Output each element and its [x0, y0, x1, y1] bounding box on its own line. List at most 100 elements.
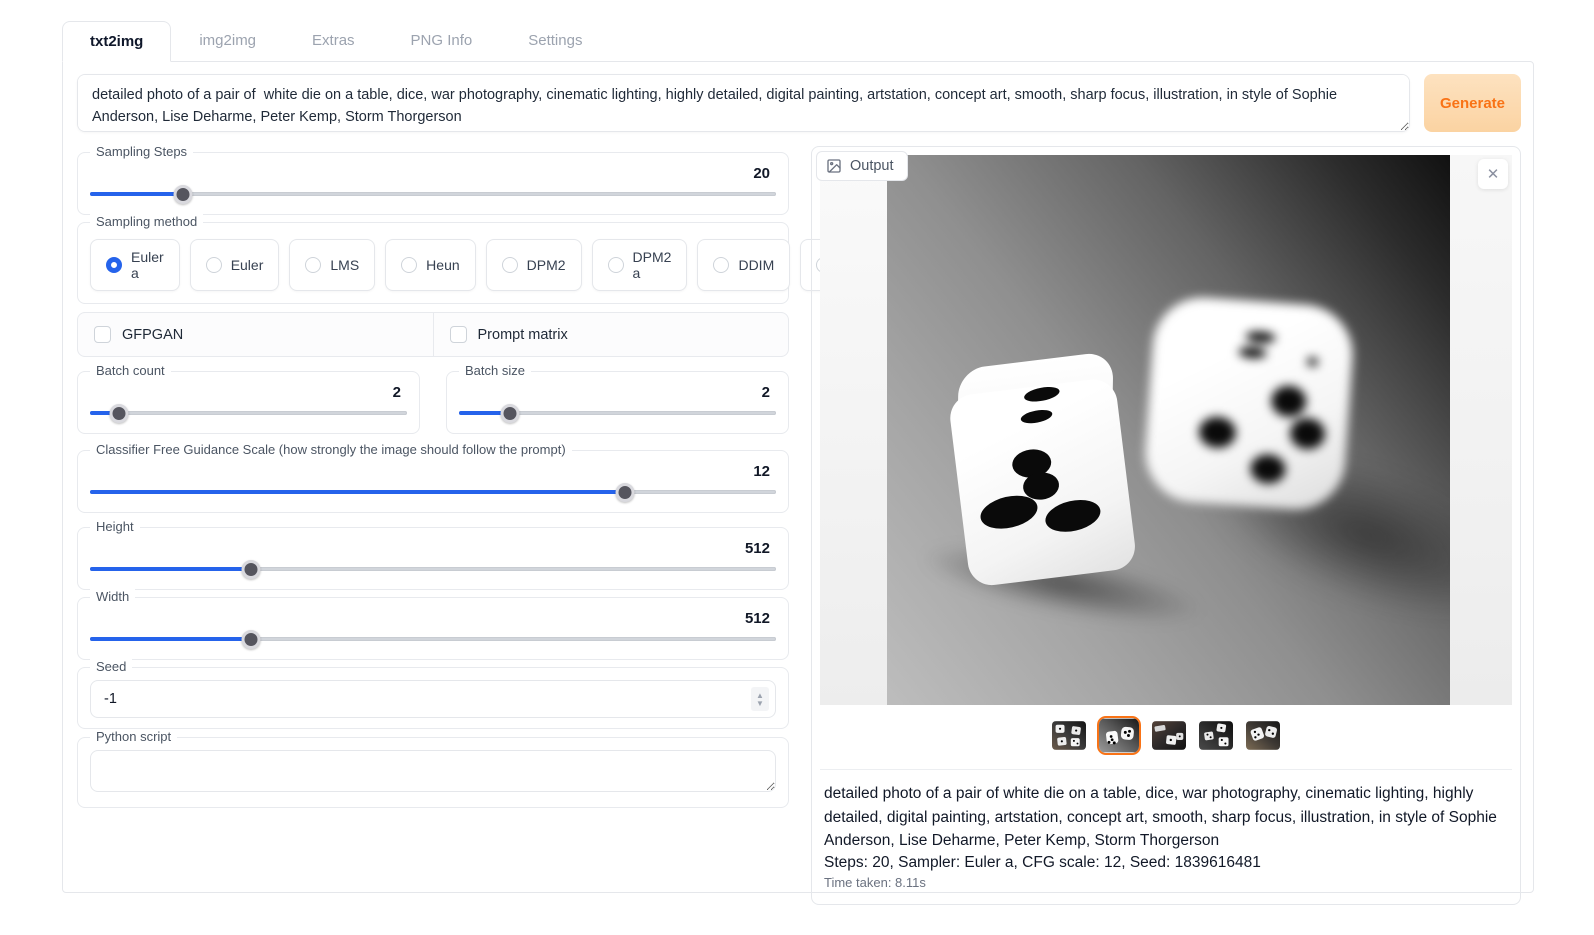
spinner-up-icon[interactable]: ▲	[756, 692, 764, 699]
radio-circle-icon	[608, 257, 624, 273]
slider-handle[interactable]	[242, 630, 261, 649]
prompt-matrix-checkbox[interactable]: Prompt matrix	[433, 313, 789, 356]
radio-circle-icon	[401, 257, 417, 273]
height-value: 512	[90, 540, 776, 557]
radio-dpm2-a[interactable]: DPM2 a	[592, 239, 688, 291]
radio-label: DPM2 a	[633, 249, 672, 281]
tab-img2img[interactable]: img2img	[171, 20, 284, 61]
batch-size-slider[interactable]	[459, 403, 776, 423]
batch-count-slider[interactable]	[90, 403, 407, 423]
slider-handle[interactable]	[109, 404, 128, 423]
tab-extras[interactable]: Extras	[284, 20, 383, 61]
output-panel: Output ✕	[811, 146, 1521, 905]
gallery-next-peek	[1450, 155, 1512, 705]
radio-euler[interactable]: Euler	[190, 239, 280, 291]
output-caption: detailed photo of a pair of white die on…	[824, 782, 1502, 853]
radio-label: DPM2	[527, 257, 566, 273]
tab-txt2img[interactable]: txt2img	[62, 21, 171, 62]
batch-size-value: 2	[459, 384, 776, 401]
sampling-steps-slider[interactable]	[90, 184, 776, 204]
app-root: txt2img img2img Extras PNG Info Settings…	[0, 0, 1594, 893]
image-icon	[826, 158, 842, 174]
sampling-method-label: Sampling method	[90, 214, 203, 229]
output-header: Output	[816, 151, 908, 181]
gallery-thumbnail-5[interactable]	[1244, 719, 1282, 752]
radio-heun[interactable]: Heun	[385, 239, 475, 291]
gallery-thumbnail-1[interactable]	[1050, 719, 1088, 752]
radio-dpm2[interactable]: DPM2	[486, 239, 582, 291]
batch-count-label: Batch count	[90, 363, 171, 378]
toggles-row: GFPGAN Prompt matrix	[77, 312, 789, 357]
height-slider[interactable]	[90, 559, 776, 579]
output-caption-block: detailed photo of a pair of white die on…	[820, 769, 1512, 900]
output-time-taken: Time taken: 8.11s	[824, 875, 1502, 890]
output-column: Output ✕	[811, 146, 1521, 905]
tab-settings[interactable]: Settings	[500, 20, 610, 61]
batch-row: Batch count 2 Batch size 2	[77, 371, 789, 444]
slider-track[interactable]	[90, 411, 407, 415]
gfpgan-checkbox[interactable]: GFPGAN	[78, 313, 433, 356]
height-group: Height 512	[77, 527, 789, 590]
batch-count-value: 2	[90, 384, 407, 401]
cfg-scale-group: Classifier Free Guidance Scale (how stro…	[77, 450, 789, 513]
generate-button[interactable]: Generate	[1424, 74, 1521, 132]
generated-image[interactable]	[887, 155, 1450, 705]
width-slider[interactable]	[90, 629, 776, 649]
tab-bar: txt2img img2img Extras PNG Info Settings	[62, 20, 1534, 61]
python-script-label: Python script	[90, 729, 177, 744]
radio-ddim[interactable]: DDIM	[697, 239, 790, 291]
radio-lms[interactable]: LMS	[289, 239, 375, 291]
radio-label: Heun	[426, 257, 459, 273]
spinner-down-icon[interactable]: ▼	[756, 700, 764, 707]
cfg-scale-value: 12	[90, 463, 776, 480]
slider-fill	[90, 637, 251, 641]
slider-track[interactable]	[90, 192, 776, 196]
radio-euler-a[interactable]: Euler a	[90, 239, 180, 291]
slider-handle[interactable]	[616, 483, 635, 502]
radio-circle-icon	[502, 257, 518, 273]
cfg-scale-slider[interactable]	[90, 482, 776, 502]
sampling-method-options: Euler a Euler LMS Heun	[90, 235, 776, 291]
batch-size-group: Batch size 2	[446, 371, 789, 434]
tab-png-info[interactable]: PNG Info	[383, 20, 501, 61]
batch-size-label: Batch size	[459, 363, 531, 378]
gallery-thumbnail-2[interactable]	[1097, 716, 1141, 755]
width-value: 512	[90, 610, 776, 627]
output-params: Steps: 20, Sampler: Euler a, CFG scale: …	[824, 854, 1502, 872]
gallery-thumbnail-4[interactable]	[1197, 719, 1235, 752]
cfg-scale-label: Classifier Free Guidance Scale (how stro…	[90, 442, 572, 457]
radio-label: LMS	[330, 257, 359, 273]
slider-fill	[90, 490, 625, 494]
gallery-thumbnails	[820, 705, 1512, 767]
gallery-thumbnail-3[interactable]	[1150, 719, 1188, 752]
width-group: Width 512	[77, 597, 789, 660]
checkbox-icon[interactable]	[450, 326, 467, 343]
gallery-viewer[interactable]	[820, 155, 1512, 705]
prompt-input[interactable]: detailed photo of a pair of white die on…	[77, 74, 1410, 132]
slider-fill	[90, 567, 251, 571]
slider-handle[interactable]	[242, 560, 261, 579]
die-left	[944, 350, 1144, 588]
prompt-matrix-label: Prompt matrix	[478, 327, 568, 343]
height-label: Height	[90, 519, 140, 534]
radio-label: DDIM	[738, 257, 774, 273]
radio-circle-icon	[106, 257, 122, 273]
prompt-row: detailed photo of a pair of white die on…	[77, 74, 1521, 132]
number-stepper[interactable]: ▲ ▼	[751, 687, 769, 711]
settings-column: Sampling Steps 20 Sampling method Eule	[77, 146, 789, 815]
sampling-method-group: Sampling method Euler a Euler LMS	[77, 222, 789, 304]
output-header-label: Output	[850, 158, 894, 174]
python-script-input[interactable]	[90, 750, 776, 792]
seed-input[interactable]	[90, 680, 776, 718]
radio-circle-icon	[713, 257, 729, 273]
radio-circle-icon	[206, 257, 222, 273]
checkbox-icon[interactable]	[94, 326, 111, 343]
width-label: Width	[90, 589, 135, 604]
batch-count-group: Batch count 2	[77, 371, 420, 434]
sampling-steps-value: 20	[90, 165, 776, 182]
slider-handle[interactable]	[500, 404, 519, 423]
close-icon[interactable]: ✕	[1478, 159, 1508, 189]
sampling-steps-group: Sampling Steps 20	[77, 152, 789, 215]
slider-handle[interactable]	[173, 185, 192, 204]
sampling-steps-label: Sampling Steps	[90, 144, 193, 159]
